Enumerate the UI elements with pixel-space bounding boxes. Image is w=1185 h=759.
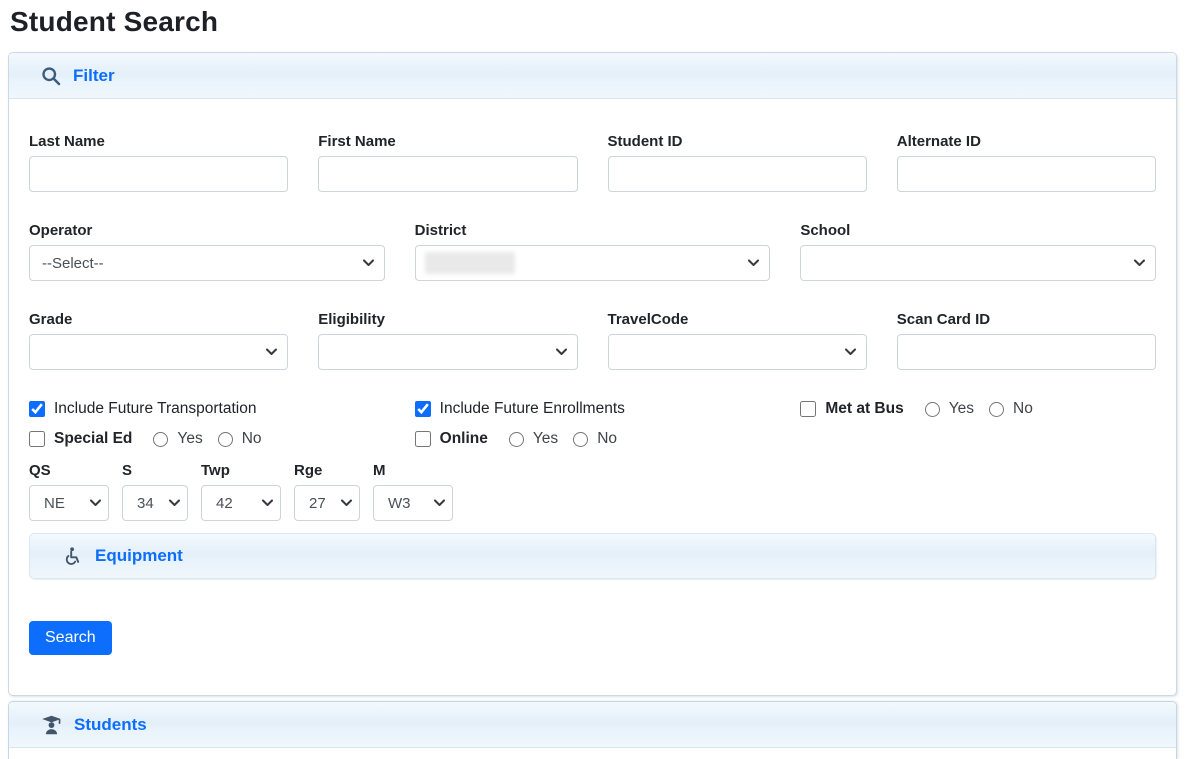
student-id-input[interactable]: [608, 156, 867, 192]
travel-code-label: TravelCode: [608, 311, 867, 328]
field-first-name: First Name: [318, 133, 577, 192]
students-header-label: Students: [74, 715, 147, 735]
met-at-bus-yes-radio[interactable]: [925, 402, 940, 417]
s-label: S: [122, 462, 188, 479]
field-operator: Operator --Select--: [29, 222, 385, 281]
field-last-name: Last Name: [29, 133, 288, 192]
field-student-id: Student ID: [608, 133, 867, 192]
student-search-page: Student Search Filter Last Name First Na…: [0, 0, 1185, 759]
filter-panel: Filter Last Name First Name Student ID: [8, 52, 1177, 696]
eligibility-select[interactable]: [318, 334, 577, 370]
special-ed-yes-radio[interactable]: [153, 432, 168, 447]
met-at-bus-checkbox[interactable]: [800, 401, 816, 417]
students-panel: Students: [8, 701, 1177, 759]
eligibility-label: Eligibility: [318, 311, 577, 328]
field-school: School: [800, 222, 1156, 281]
page-title: Student Search: [10, 6, 1177, 38]
equipment-accordion-header[interactable]: Equipment: [29, 533, 1156, 579]
field-qs: QS NE: [29, 462, 109, 521]
m-select[interactable]: W3: [373, 485, 453, 521]
online-yes-radio[interactable]: [509, 432, 524, 447]
field-district: District: [415, 222, 771, 281]
met-at-bus-yes-label: Yes: [949, 400, 974, 418]
include-future-enrollments-checkbox[interactable]: [415, 401, 431, 417]
operator-label: Operator: [29, 222, 385, 239]
online-no-label: No: [597, 430, 617, 448]
include-future-transportation: Include Future Transportation: [29, 400, 385, 418]
special-ed-yes-label: Yes: [177, 430, 202, 448]
met-at-bus-label: Met at Bus: [825, 400, 903, 418]
met-at-bus-no-label: No: [1013, 400, 1033, 418]
student-id-label: Student ID: [608, 133, 867, 150]
last-name-input[interactable]: [29, 156, 288, 192]
twp-select[interactable]: 42: [201, 485, 281, 521]
special-ed-label: Special Ed: [54, 430, 132, 448]
online-label: Online: [440, 430, 488, 448]
school-label: School: [800, 222, 1156, 239]
rge-label: Rge: [294, 462, 360, 479]
field-alternate-id: Alternate ID: [897, 133, 1156, 192]
last-name-label: Last Name: [29, 133, 288, 150]
special-ed-no-radio[interactable]: [218, 432, 233, 447]
grade-select[interactable]: [29, 334, 288, 370]
special-ed-checkbox[interactable]: [29, 431, 45, 447]
include-future-transportation-checkbox[interactable]: [29, 401, 45, 417]
scan-card-id-input[interactable]: [897, 334, 1156, 370]
include-future-enrollments: Include Future Enrollments: [415, 400, 771, 418]
district-select[interactable]: [415, 245, 771, 281]
special-ed-no-label: No: [242, 430, 262, 448]
qs-label: QS: [29, 462, 109, 479]
field-s: S 34: [122, 462, 188, 521]
met-at-bus: Met at Bus Yes No: [800, 400, 1156, 418]
equipment-header-label: Equipment: [95, 546, 183, 566]
filter-accordion-header[interactable]: Filter: [9, 53, 1176, 99]
qs-select[interactable]: NE: [29, 485, 109, 521]
wheelchair-icon: [64, 547, 82, 565]
filter-header-label: Filter: [73, 66, 115, 86]
special-ed: Special Ed Yes No: [29, 430, 385, 448]
travel-code-select[interactable]: [608, 334, 867, 370]
field-m: M W3: [373, 462, 453, 521]
alternate-id-label: Alternate ID: [897, 133, 1156, 150]
online: Online Yes No: [415, 430, 771, 448]
m-label: M: [373, 462, 453, 479]
students-accordion-header[interactable]: Students: [9, 702, 1176, 748]
graduate-icon: [41, 715, 62, 735]
field-scan-card-id: Scan Card ID: [897, 311, 1156, 370]
include-future-enrollments-label: Include Future Enrollments: [440, 400, 625, 418]
search-button[interactable]: Search: [29, 621, 112, 655]
school-select[interactable]: [800, 245, 1156, 281]
search-icon: [41, 66, 61, 86]
online-checkbox[interactable]: [415, 431, 431, 447]
s-select[interactable]: 34: [122, 485, 188, 521]
first-name-input[interactable]: [318, 156, 577, 192]
students-body: [9, 748, 1176, 759]
met-at-bus-no-radio[interactable]: [989, 402, 1004, 417]
alternate-id-input[interactable]: [897, 156, 1156, 192]
include-future-transportation-label: Include Future Transportation: [54, 400, 256, 418]
twp-label: Twp: [201, 462, 281, 479]
operator-select[interactable]: --Select--: [29, 245, 385, 281]
grade-label: Grade: [29, 311, 288, 328]
field-grade: Grade: [29, 311, 288, 370]
field-twp: Twp 42: [201, 462, 281, 521]
filter-body: Last Name First Name Student ID Alternat…: [9, 99, 1176, 695]
scan-card-id-label: Scan Card ID: [897, 311, 1156, 328]
field-rge: Rge 27: [294, 462, 360, 521]
online-yes-label: Yes: [533, 430, 558, 448]
online-no-radio[interactable]: [573, 432, 588, 447]
field-eligibility: Eligibility: [318, 311, 577, 370]
first-name-label: First Name: [318, 133, 577, 150]
rge-select[interactable]: 27: [294, 485, 360, 521]
field-travel-code: TravelCode: [608, 311, 867, 370]
district-label: District: [415, 222, 771, 239]
